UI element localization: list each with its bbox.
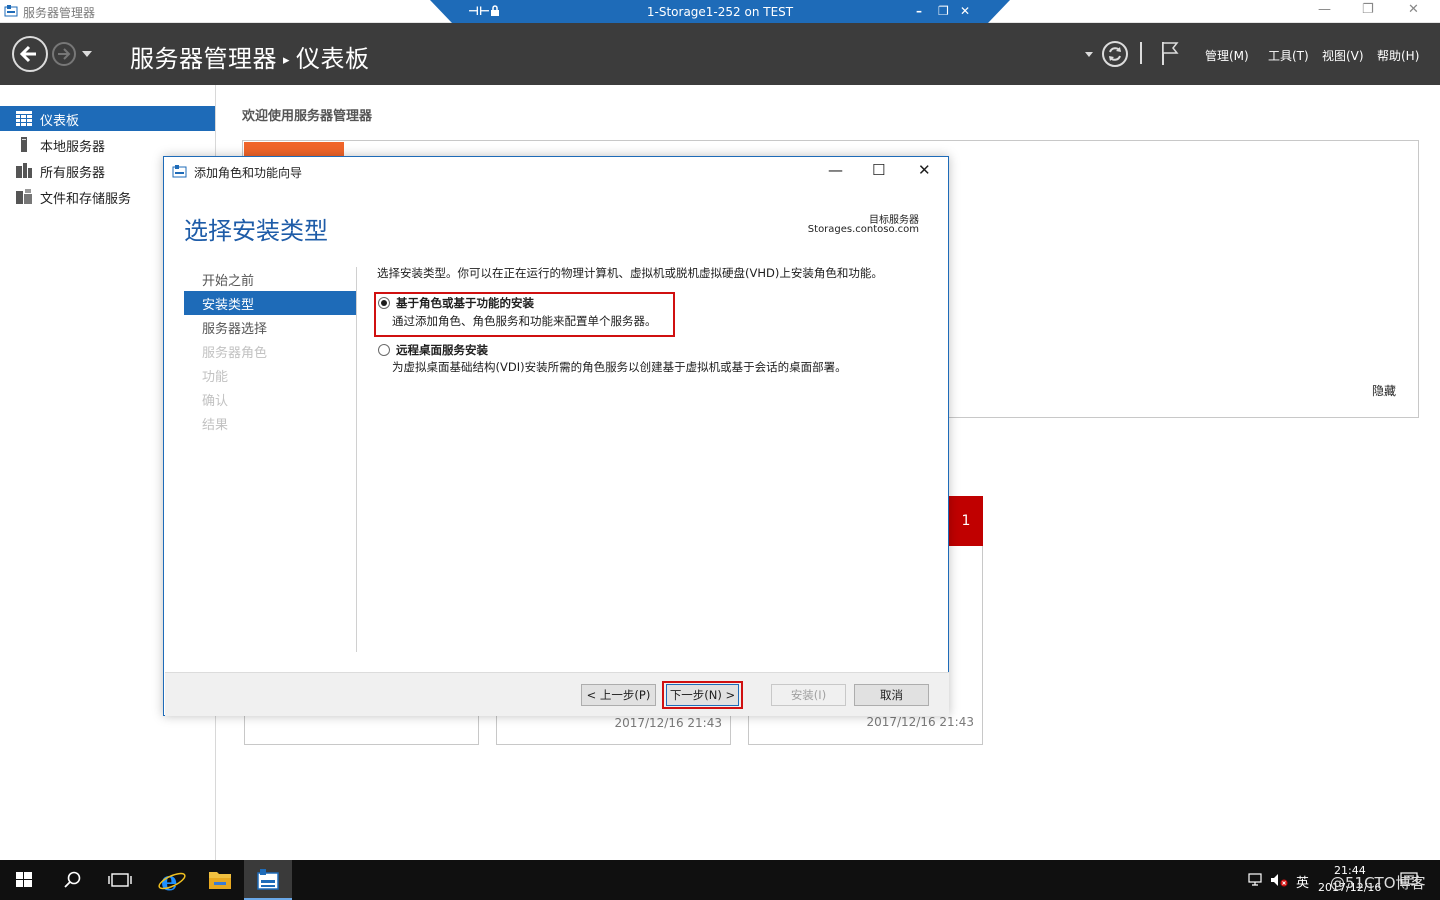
- wizard-step-confirmation: 确认: [184, 387, 356, 411]
- rdp-connection-bar: ⊣⊢ 1-Storage1-252 on TEST – ❐ ✕: [430, 0, 1010, 23]
- server-manager-icon: [257, 869, 279, 890]
- pin-icon[interactable]: ⊣⊢: [468, 4, 490, 18]
- ime-indicator[interactable]: 英: [1296, 872, 1309, 891]
- wizard-step-label: 服务器选择: [202, 322, 268, 337]
- add-roles-wizard-dialog: 添加角色和功能向导 — ☐ ✕ 选择安装类型 目标服务器 Storages.co…: [163, 156, 949, 716]
- menu-view[interactable]: 视图(V): [1322, 47, 1364, 64]
- menu-tools[interactable]: 工具(T): [1268, 47, 1309, 64]
- breadcrumb-app[interactable]: 服务器管理器: [130, 45, 277, 73]
- server-manager-icon: [4, 5, 18, 17]
- tile-timestamp: 2017/12/16 21:43: [614, 716, 722, 730]
- close-button[interactable]: ✕: [1408, 2, 1419, 17]
- refresh-icon[interactable]: [1101, 40, 1129, 68]
- hide-link[interactable]: 隐藏: [1372, 382, 1396, 399]
- wizard-step-installation-type[interactable]: 安装类型: [184, 291, 356, 315]
- remote-desktop-option-desc: 为虚拟桌面基础结构(VDI)安装所需的角色服务以创建基于虚拟机或基于会话的桌面部…: [392, 360, 847, 374]
- quick-start-tab[interactable]: [244, 142, 344, 157]
- network-icon[interactable]: [1248, 873, 1264, 887]
- servers-icon: [16, 163, 32, 178]
- step-divider: [356, 267, 357, 652]
- rdp-title: 1-Storage1-252 on TEST: [646, 5, 794, 19]
- welcome-heading: 欢迎使用服务器管理器: [242, 109, 373, 124]
- search-button[interactable]: [48, 860, 96, 900]
- rdp-close-button[interactable]: ✕: [960, 4, 970, 18]
- dialog-heading: 选择安装类型: [184, 217, 328, 245]
- dialog-minimize-button[interactable]: —: [828, 161, 843, 179]
- volume-muted-icon[interactable]: [1270, 873, 1288, 887]
- menu-help[interactable]: 帮助(H): [1377, 47, 1419, 64]
- notification-flag-icon[interactable]: [1160, 40, 1180, 66]
- sidebar-item-label: 本地服务器: [40, 140, 106, 155]
- remote-desktop-radio[interactable]: [378, 344, 390, 356]
- sidebar-item-local-server[interactable]: 本地服务器: [0, 132, 215, 157]
- dialog-footer: < 上一步(P) 下一步(N) > 安装(I) 取消: [165, 672, 949, 716]
- install-button: 安装(I): [771, 684, 846, 706]
- dashboard-icon: [16, 111, 32, 126]
- window-title: 服务器管理器: [23, 6, 96, 20]
- sidebar-item-label: 仪表板: [40, 114, 80, 129]
- remote-desktop-option-title[interactable]: 远程桌面服务安装: [396, 342, 488, 358]
- wizard-step-results: 结果: [184, 411, 356, 435]
- search-icon: [64, 871, 81, 888]
- back-button[interactable]: [12, 36, 48, 72]
- wizard-step-before-you-begin[interactable]: 开始之前: [184, 267, 356, 291]
- wizard-step-label: 功能: [202, 370, 229, 385]
- sidebar-item-label: 文件和存储服务: [40, 192, 132, 207]
- cancel-button[interactable]: 取消: [854, 684, 929, 706]
- wizard-step-server-selection[interactable]: 服务器选择: [184, 315, 356, 339]
- dialog-title: 添加角色和功能向导: [194, 166, 303, 180]
- wizard-step-label: 开始之前: [202, 274, 255, 289]
- role-based-option-desc: 通过添加角色、角色服务和功能来配置单个服务器。: [392, 314, 657, 328]
- arrow-right-icon: [58, 48, 71, 60]
- chevron-down-icon[interactable]: [82, 51, 92, 57]
- taskbar-server-manager[interactable]: [244, 860, 292, 900]
- menu-manage[interactable]: 管理(M): [1205, 47, 1249, 64]
- rdp-restore-button[interactable]: ❐: [938, 4, 949, 18]
- arrow-left-icon: [19, 45, 36, 63]
- lock-icon: [491, 5, 499, 16]
- task-view-icon: [108, 873, 132, 887]
- rdp-minimize-button[interactable]: –: [916, 4, 922, 18]
- breadcrumb-page: 仪表板: [296, 45, 370, 73]
- sidebar-item-label: 所有服务器: [40, 166, 106, 181]
- wizard-step-features: 功能: [184, 363, 356, 387]
- alert-count-badge[interactable]: 1: [949, 496, 983, 546]
- tile-timestamp: 2017/12/16 21:43: [866, 715, 974, 729]
- wizard-step-server-roles: 服务器角色: [184, 339, 356, 363]
- wizard-icon: [172, 165, 187, 178]
- wizard-step-label: 结果: [202, 418, 229, 433]
- breadcrumb-separator: ▸: [283, 53, 291, 68]
- dialog-close-button[interactable]: ✕: [918, 161, 931, 179]
- header-divider: [1140, 42, 1142, 64]
- server-icon: [21, 137, 27, 152]
- folder-icon: [209, 872, 231, 889]
- storage-icon: [16, 189, 32, 204]
- wizard-step-label: 安装类型: [202, 298, 255, 313]
- sidebar-item-dashboard[interactable]: 仪表板: [0, 106, 215, 131]
- restore-button[interactable]: ❐: [1362, 2, 1374, 17]
- role-based-option-title[interactable]: 基于角色或基于功能的安装: [396, 295, 534, 311]
- role-based-radio[interactable]: [378, 297, 390, 309]
- chevron-down-icon[interactable]: [1085, 52, 1093, 57]
- forward-button[interactable]: [52, 42, 76, 66]
- taskbar-file-explorer[interactable]: [196, 860, 244, 900]
- wizard-step-label: 服务器角色: [202, 346, 268, 361]
- app-header: 服务器管理器 ▸ 仪表板 管理(M) 工具(T) 视图(V) 帮助(H): [0, 23, 1440, 85]
- taskbar-ie[interactable]: e: [148, 860, 196, 900]
- taskbar: e: [0, 860, 1440, 900]
- minimize-button[interactable]: —: [1318, 2, 1331, 17]
- next-button[interactable]: 下一步(N) >: [666, 684, 739, 706]
- previous-button[interactable]: < 上一步(P): [581, 684, 656, 706]
- watermark-text: @51CTO博客: [1330, 874, 1426, 892]
- task-view-button[interactable]: [96, 860, 144, 900]
- svg-text:e: e: [161, 867, 178, 897]
- target-server-value: Storages.contoso.com: [807, 224, 919, 235]
- dialog-maximize-button[interactable]: ☐: [872, 161, 885, 179]
- windows-logo-icon: [16, 872, 32, 887]
- internet-explorer-icon: e: [158, 867, 186, 897]
- breadcrumb: 服务器管理器 ▸ 仪表板: [130, 39, 370, 74]
- wizard-step-label: 确认: [202, 394, 229, 409]
- install-type-description: 选择安装类型。你可以在正在运行的物理计算机、虚拟机或脱机虚拟硬盘(VHD)上安装…: [377, 266, 883, 280]
- start-button[interactable]: [0, 860, 48, 900]
